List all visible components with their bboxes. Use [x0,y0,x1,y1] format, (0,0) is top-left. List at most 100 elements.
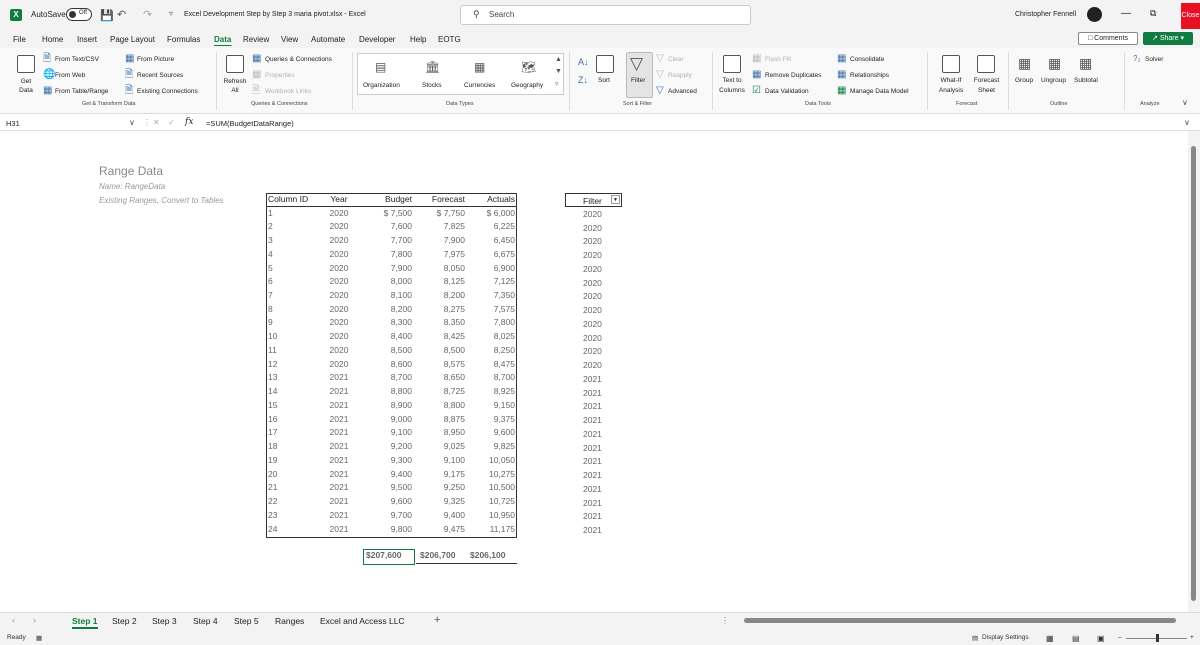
tab-step-4[interactable]: Step 4 [193,616,218,626]
table-cell[interactable]: 2020 [314,275,364,289]
from-table-range-button[interactable]: From Table/Range [55,88,108,95]
filter-value[interactable]: 2020 [583,236,602,246]
table-cell[interactable]: 6 [266,275,314,289]
queries-connections-button[interactable]: Queries & Connections [265,56,332,63]
table-cell[interactable]: 10,275 [467,467,517,481]
customize-toolbar-icon[interactable]: ▿ [169,9,173,18]
table-cell[interactable]: 14 [266,385,314,399]
sort-button[interactable]: Sort [598,77,610,84]
filter-value[interactable]: 2021 [583,429,602,439]
name-box-dropdown-icon[interactable]: ∨ [129,118,135,127]
filter-value[interactable]: 2021 [583,388,602,398]
table-cell[interactable]: 7,900 [414,233,467,247]
table-cell[interactable]: 2021 [314,481,364,495]
table-cell[interactable]: 8,500 [414,343,467,357]
table-cell[interactable]: 9,000 [364,412,414,426]
clear-button[interactable]: Clear [668,56,684,63]
table-cell[interactable]: 8,800 [364,385,414,399]
from-picture-button[interactable]: From Picture [137,56,174,63]
text-to-columns-button[interactable]: Text to Columns [716,76,748,96]
filter-button[interactable]: Filter [631,77,645,84]
table-cell[interactable]: 7,900 [364,261,414,275]
table-cell[interactable]: 11 [266,343,314,357]
display-settings-icon[interactable]: ▤ [972,634,978,642]
col-header-id[interactable]: Column ID [266,193,314,207]
more-options-icon[interactable]: ⋮ [143,118,151,127]
table-cell[interactable]: 8,250 [467,343,517,357]
table-cell[interactable]: 8,200 [414,288,467,302]
menu-developer[interactable]: Developer [359,35,395,44]
filter-value[interactable]: 2020 [583,333,602,343]
filter-value[interactable]: 2020 [583,319,602,329]
table-cell[interactable]: 8,125 [414,275,467,289]
table-cell[interactable]: 8,575 [414,357,467,371]
table-cell[interactable]: 7 [266,288,314,302]
table-cell[interactable]: 5 [266,261,314,275]
refresh-all-button[interactable]: Refresh All [222,77,248,95]
from-text-csv-button[interactable]: From Text/CSV [55,56,99,63]
tab-prev-icon[interactable]: ‹ [12,615,15,625]
table-cell[interactable]: 8,600 [364,357,414,371]
table-cell[interactable]: 9,800 [364,522,414,536]
user-name[interactable]: Christopher Fennell [1015,11,1076,18]
col-header-year[interactable]: Year [314,193,364,207]
flash-fill-button[interactable]: Flash Fill [765,56,791,63]
gallery-scroll-down-icon[interactable]: ▼ [555,68,562,75]
col-header-budget[interactable]: Budget [364,193,414,207]
table-cell[interactable]: 8,025 [467,330,517,344]
filter-dropdown-icon[interactable]: ▼ [611,195,620,204]
table-cell[interactable]: 17 [266,426,314,440]
table-cell[interactable]: 9,300 [364,453,414,467]
filter-value[interactable]: 2020 [583,278,602,288]
menu-help[interactable]: Help [410,35,426,44]
menu-eotg[interactable]: EOTG [438,35,461,44]
table-cell[interactable]: 21 [266,481,314,495]
table-cell[interactable]: 2021 [314,508,364,522]
table-cell[interactable]: 7,975 [414,247,467,261]
data-validation-button[interactable]: Data Validation [765,88,809,95]
table-cell[interactable]: 22 [266,494,314,508]
table-cell[interactable]: 2020 [314,343,364,357]
menu-formulas[interactable]: Formulas [167,35,200,44]
menu-automate[interactable]: Automate [311,35,345,44]
zoom-slider-handle[interactable] [1156,634,1159,642]
table-cell[interactable]: 20 [266,467,314,481]
table-cell[interactable]: 2021 [314,412,364,426]
table-cell[interactable]: 8,050 [414,261,467,275]
table-cell[interactable]: 18 [266,439,314,453]
table-cell[interactable]: 9,375 [467,412,517,426]
table-cell[interactable]: 7,600 [364,220,414,234]
table-cell[interactable]: 8,725 [414,385,467,399]
save-icon[interactable]: 💾 [100,9,114,22]
data-type-currencies[interactable]: Currencies [464,82,495,89]
filter-value[interactable]: 2021 [583,443,602,453]
table-cell[interactable]: 7,125 [467,275,517,289]
filter-value[interactable]: 2021 [583,401,602,411]
filter-value[interactable]: 2021 [583,415,602,425]
table-cell[interactable]: 8,200 [364,302,414,316]
table-cell[interactable]: 7,350 [467,288,517,302]
subtotal-button[interactable]: Subtotal [1074,77,1098,84]
table-cell[interactable]: 10,725 [467,494,517,508]
table-cell[interactable]: 15 [266,398,314,412]
comments-button[interactable]: □ Comments [1078,32,1138,45]
sort-asc-icon[interactable]: A↓ [578,58,589,67]
manage-data-model-button[interactable]: Manage Data Model [850,88,909,95]
ungroup-button[interactable]: Ungroup [1041,77,1066,84]
tab-excel-and-access[interactable]: Excel and Access LLC [320,616,405,626]
data-type-geography[interactable]: Geography [511,82,543,89]
gallery-scroll-up-icon[interactable]: ▲ [555,56,562,63]
sort-desc-icon[interactable]: Z↓ [578,76,588,85]
filter-value[interactable]: 2020 [583,305,602,315]
page-layout-view-icon[interactable]: ▤ [1072,634,1080,643]
share-button[interactable]: ↗ Share ▾ [1143,32,1193,45]
table-cell[interactable]: 8,700 [364,371,414,385]
filter-value[interactable]: 2020 [583,291,602,301]
hscroll-thumb[interactable] [744,618,1176,623]
table-cell[interactable]: 10,950 [467,508,517,522]
filter-value[interactable]: 2020 [583,223,602,233]
table-cell[interactable]: 9,475 [414,522,467,536]
page-break-view-icon[interactable]: ▣ [1097,634,1105,643]
table-cell[interactable]: 2021 [314,494,364,508]
menu-file[interactable]: File [13,35,26,44]
